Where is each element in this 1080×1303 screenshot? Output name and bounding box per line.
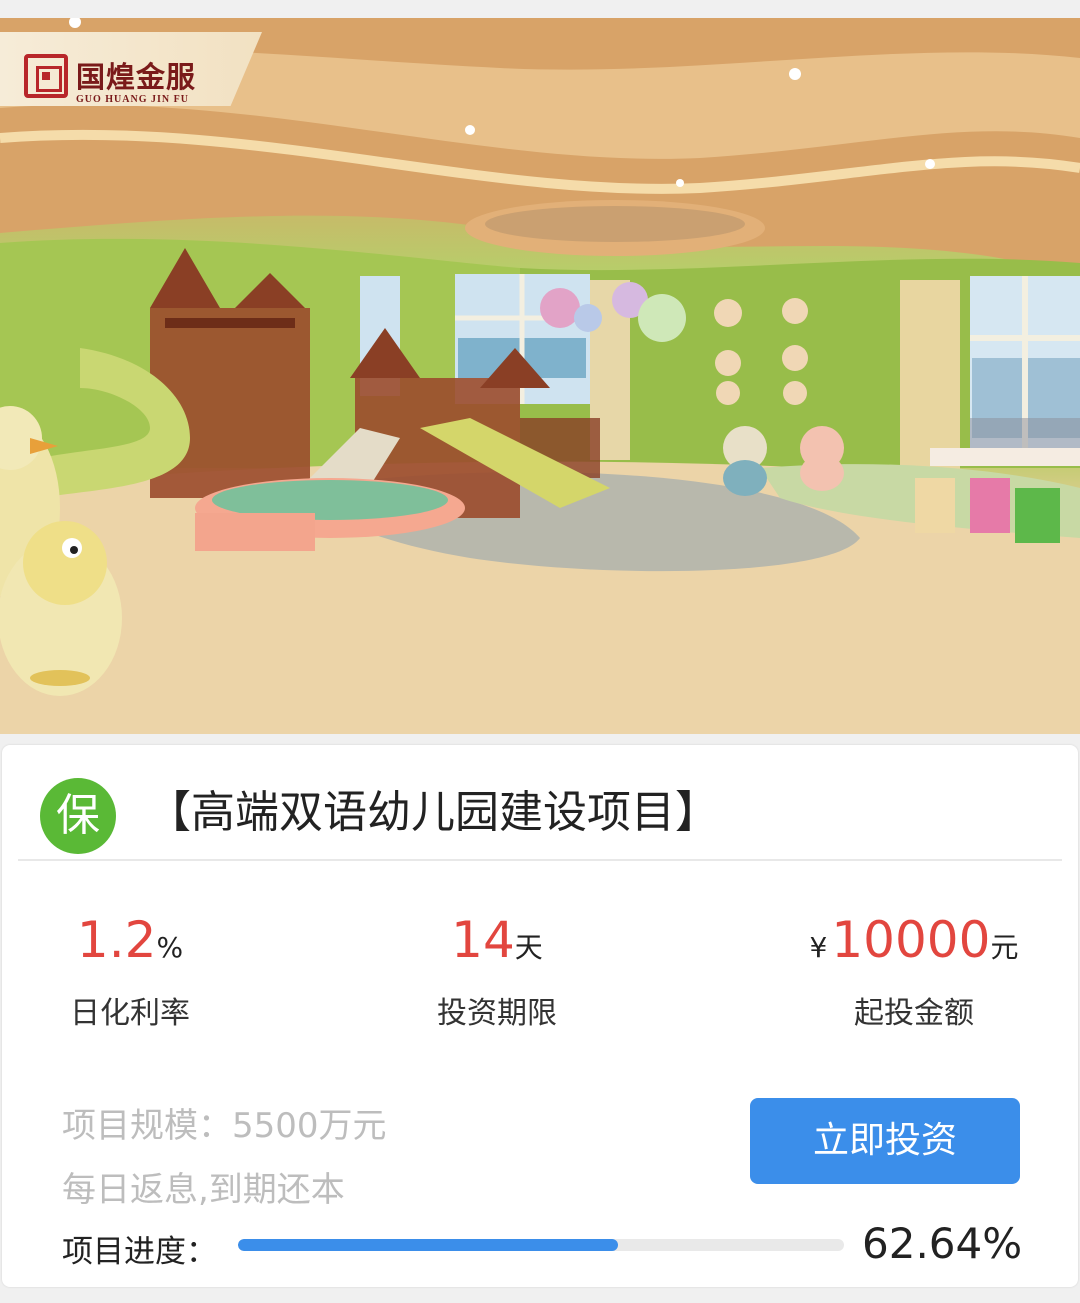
divider: [18, 859, 1062, 861]
rate-value: 1.2: [76, 911, 157, 969]
project-title: 【高端双语幼儿园建设项目】: [147, 787, 719, 838]
seal-icon: [24, 54, 68, 98]
currency-symbol: ¥: [809, 931, 828, 964]
progress-value: 62.64%: [862, 1219, 1023, 1268]
kindergarten-playroom-image: [0, 18, 1080, 734]
min-unit: 元: [990, 931, 1019, 964]
repayment-method: 每日返息,到期还本: [62, 1170, 345, 1210]
stat-min-amount: ¥10000元 起投金额: [794, 910, 1034, 1034]
term-label: 投资期限: [437, 996, 557, 1031]
progress-fill: [238, 1239, 618, 1251]
brand-name-cn: 国煌金服: [76, 60, 197, 94]
rate-unit: %: [156, 931, 184, 964]
brand-name-en: GUO HUANG JIN FU: [76, 94, 189, 105]
guarantee-badge: 保: [40, 778, 116, 854]
product-page: 国煌金服 GUO HUANG JIN FU 保 【高端双语幼儿园建设项目】 1.…: [0, 0, 1080, 1303]
min-value-line: ¥10000元: [794, 910, 1034, 978]
rate-label: 日化利率: [70, 996, 190, 1031]
hero-image[interactable]: 国煌金服 GUO HUANG JIN FU: [0, 18, 1080, 734]
progress-bar: [238, 1239, 844, 1251]
stat-daily-rate: 1.2% 日化利率: [60, 910, 200, 1034]
stat-term: 14天 投资期限: [422, 910, 572, 1034]
term-unit: 天: [514, 931, 543, 964]
rate-value-line: 1.2%: [60, 910, 200, 978]
progress-label: 项目进度：: [62, 1234, 217, 1270]
brand-logo: 国煌金服 GUO HUANG JIN FU: [0, 32, 262, 106]
term-value-line: 14天: [422, 910, 572, 978]
min-label: 起投金额: [854, 996, 974, 1031]
product-card[interactable]: 保 【高端双语幼儿园建设项目】 1.2% 日化利率 14天 投资期限 ¥1000…: [2, 745, 1078, 1287]
min-value: 10000: [831, 911, 991, 969]
term-value: 14: [451, 911, 515, 969]
project-scale: 项目规模：5500万元: [62, 1106, 387, 1146]
invest-now-button[interactable]: 立即投资: [750, 1098, 1020, 1184]
